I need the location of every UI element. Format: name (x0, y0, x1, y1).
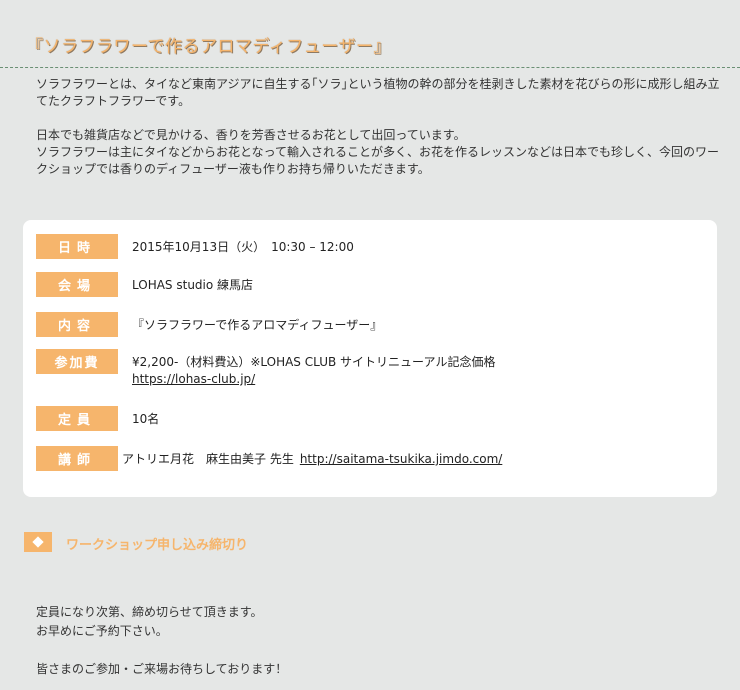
diamond-icon (24, 532, 52, 552)
content-value: 『ソラフラワーで作るアロマディフューザー』 (132, 318, 383, 332)
notice-line-3: 皆さまのご参加・ご来場お待ちしております！ (36, 662, 288, 676)
deadline-title: ワークショップ申し込み締切り (66, 538, 249, 553)
fee-value: ¥2,200-（材料費込）※LOHAS CLUB サイトリニューアル記念価格 h… (132, 354, 495, 388)
intro-text: ソラフラワーとは、タイなど東南アジアに自生する｢ソラ｣という植物の幹の部分を桂剥… (36, 76, 726, 178)
date-label: 日時 (36, 234, 118, 259)
event-info-card: 日時 2015年10月13日（火） 10:30 – 12:00 会場 LOHAS… (23, 220, 717, 497)
instructor-label: 講師 (36, 446, 118, 471)
content-label: 内容 (36, 312, 118, 337)
venue-value: LOHAS studio 練馬店 (132, 278, 254, 292)
intro-paragraph-2: 日本でも雑貨店などで見かける、香りを芳香させるお花として出回っています。 (36, 128, 466, 142)
deadline-heading: ワークショップ申し込み締切り (24, 532, 714, 553)
intro-paragraph-3: ソラフラワーは主にタイなどからお花となって輸入されることが多く、お花を作るレッス… (36, 145, 720, 176)
notice-line-2: お早めにご予約下さい。 (36, 624, 168, 638)
instructor-value: アトリエ月花 麻生由美子 先生 http://saitama-tsukika.ji… (122, 451, 502, 468)
venue-label: 会場 (36, 272, 118, 297)
instructor-name: アトリエ月花 麻生由美子 先生 (122, 452, 294, 466)
date-value: 2015年10月13日（火） 10:30 – 12:00 (132, 240, 354, 254)
intro-paragraph-1: ソラフラワーとは、タイなど東南アジアに自生する｢ソラ｣という植物の幹の部分を桂剥… (36, 77, 720, 108)
instructor-link[interactable]: http://saitama-tsukika.jimdo.com/ (300, 452, 502, 466)
capacity-value: 10名 (132, 412, 160, 426)
fee-link[interactable]: https://lohas-club.jp/ (132, 371, 495, 388)
page-title: 『ソラフラワーで作るアロマディフューザー』 (26, 37, 391, 57)
fee-label: 参加費 (36, 349, 118, 374)
fee-text: ¥2,200-（材料費込）※LOHAS CLUB サイトリニューアル記念価格 (132, 355, 496, 369)
notice-line-1: 定員になり次第、締め切らせて頂きます。 (36, 605, 263, 619)
title-divider (0, 67, 740, 68)
capacity-label: 定員 (36, 406, 118, 431)
deadline-notice: 定員になり次第、締め切らせて頂きます。 お早めにご予約下さい。 皆さまのご参加・… (36, 603, 716, 679)
